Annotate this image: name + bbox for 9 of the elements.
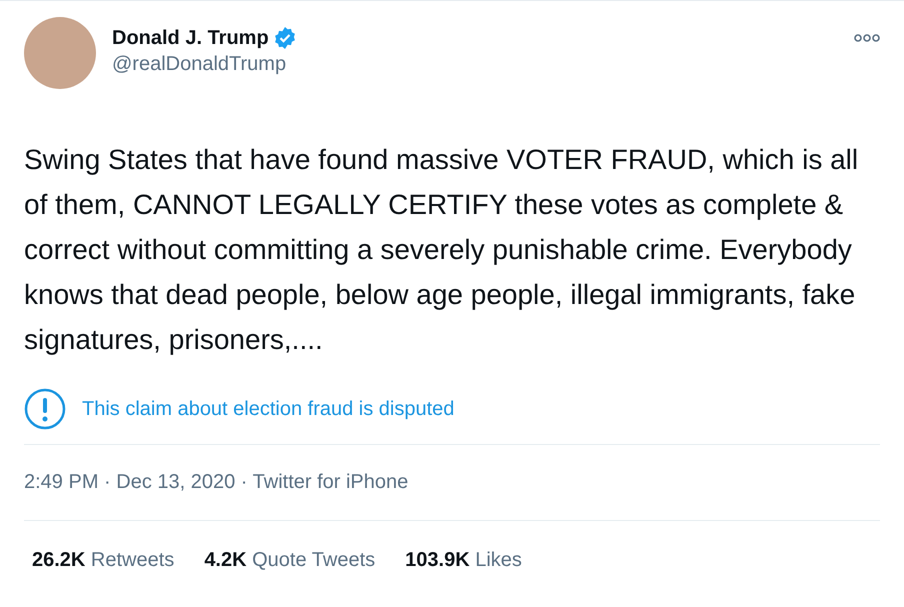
stat-link[interactable]: 26.2K Retweets (32, 545, 174, 575)
stat-link[interactable]: 103.9K Likes (405, 545, 522, 575)
stat-link[interactable]: 4.2K Quote Tweets (204, 545, 376, 575)
tweet-timestamp: 2:49 PM · Dec 13, 2020 · Twitter for iPhone (24, 470, 410, 495)
tweet-text: Swing States that have found massive VOTER FRAUD, which is all of them, CANNOT LEGALLY CERTIFY these votes as complete & correct without committing a severely punishable crime. Everybody knows that dead people, below age people, illegal immigrants, fake signatures, prisoners,.... (24, 143, 860, 357)
more-icon[interactable] (854, 33, 880, 43)
author-name[interactable]: Donald J. Trump (112, 25, 269, 51)
author-handle[interactable]: @realDonaldTrump (112, 51, 286, 77)
exclamation-icon (24, 388, 66, 430)
